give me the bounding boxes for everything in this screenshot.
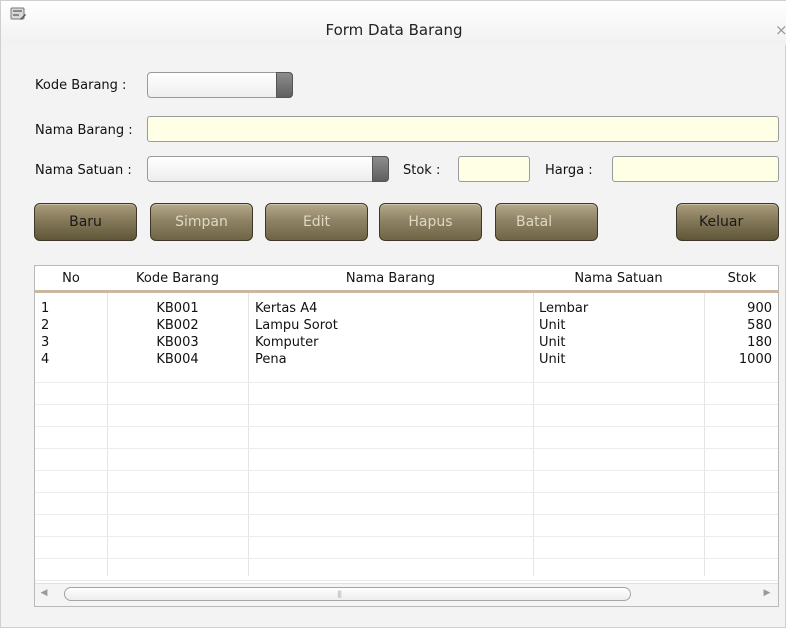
cell-stok: 1000 [738, 352, 772, 367]
nama-satuan-label: Nama Satuan : [35, 163, 132, 178]
harga-label: Harga : [545, 163, 593, 178]
column-header-nama-satuan[interactable]: Nama Satuan [533, 266, 704, 290]
kode-barang-dropdown-button[interactable] [276, 72, 293, 98]
edit-button[interactable]: Edit [265, 203, 368, 241]
nama-barang-input[interactable] [147, 116, 779, 142]
harga-input[interactable] [612, 156, 779, 182]
cell-kode-barang: KB001 [156, 301, 199, 316]
column-header-stok[interactable]: Stok [704, 266, 778, 290]
nama-satuan-combo[interactable] [147, 156, 389, 182]
cell-stok: 900 [747, 301, 772, 316]
cell-no: 1 [41, 301, 50, 316]
nama-barang-label: Nama Barang : [35, 123, 133, 138]
column-header-no[interactable]: No [35, 266, 107, 290]
cell-nama-barang: Lampu Sorot [255, 318, 338, 333]
cell-no: 2 [41, 318, 50, 333]
horizontal-scrollbar[interactable]: ◀ ||| ▶ [35, 583, 778, 606]
column-header-kode-barang[interactable]: Kode Barang [107, 266, 248, 290]
hapus-button[interactable]: Hapus [379, 203, 482, 241]
cell-nama-satuan: Unit [539, 318, 566, 333]
grip-icon: ||| [337, 590, 342, 598]
cell-stok: 180 [747, 335, 772, 350]
close-icon[interactable]: × [775, 22, 786, 38]
cell-nama-satuan: Unit [539, 335, 566, 350]
data-grid[interactable]: No Kode Barang Nama Barang Nama Satuan S… [34, 265, 779, 607]
simpan-button[interactable]: Simpan [150, 203, 253, 241]
stok-input[interactable] [458, 156, 530, 182]
nama-satuan-dropdown-button[interactable] [372, 156, 389, 182]
batal-button[interactable]: Batal [495, 203, 598, 241]
title-bar[interactable]: Form Data Barang × [1, 1, 786, 45]
cell-kode-barang: KB002 [156, 318, 199, 333]
scroll-right-icon[interactable]: ▶ [761, 588, 773, 598]
stok-label: Stok : [403, 163, 441, 178]
cell-kode-barang: KB004 [156, 352, 199, 367]
column-header-nama-barang[interactable]: Nama Barang [248, 266, 533, 290]
window-title: Form Data Barang [325, 21, 463, 39]
cell-kode-barang: KB003 [156, 335, 199, 350]
cell-stok: 580 [747, 318, 772, 333]
kode-barang-label: Kode Barang : [35, 78, 127, 93]
grid-header: No Kode Barang Nama Barang Nama Satuan S… [35, 266, 778, 293]
cell-nama-satuan: Lembar [539, 301, 589, 316]
cell-nama-barang: Pena [255, 352, 287, 367]
cell-nama-barang: Kertas A4 [255, 301, 318, 316]
keluar-button[interactable]: Keluar [676, 203, 779, 241]
cell-no: 4 [41, 352, 50, 367]
cell-nama-barang: Komputer [255, 335, 319, 350]
cell-nama-satuan: Unit [539, 352, 566, 367]
kode-barang-combo[interactable] [147, 72, 293, 98]
scrollbar-thumb[interactable]: ||| [64, 587, 631, 601]
scroll-left-icon[interactable]: ◀ [38, 588, 50, 598]
form-window: Form Data Barang × Kode Barang : Nama Ba… [0, 0, 786, 628]
cell-no: 3 [41, 335, 50, 350]
baru-button[interactable]: Baru [34, 203, 137, 241]
